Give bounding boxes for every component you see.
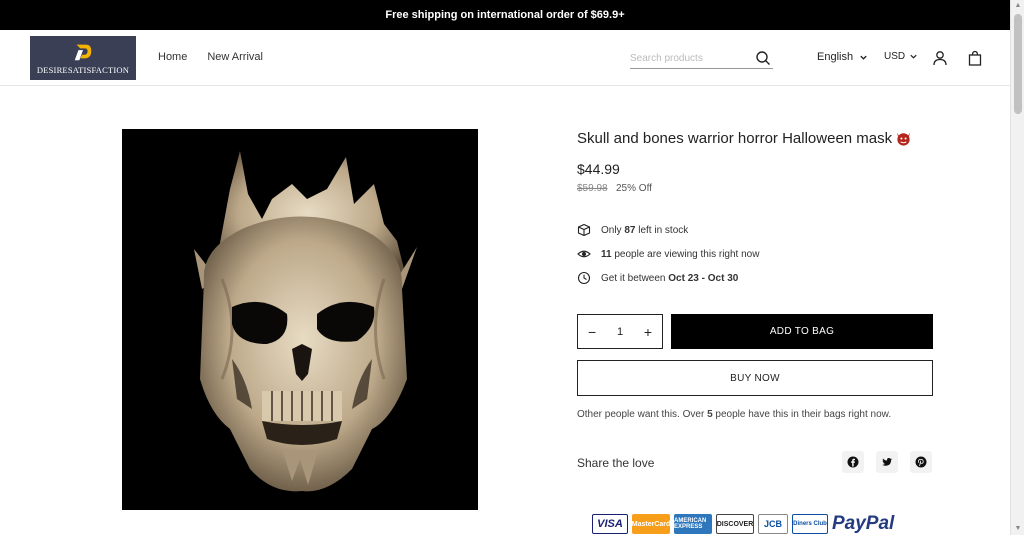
mastercard-icon: MasterCard [632, 514, 670, 534]
discount-badge: 25% Off [616, 183, 652, 194]
others-prefix: Other people want this. Over [577, 409, 705, 420]
scroll-thumb[interactable] [1014, 14, 1022, 114]
eye-icon [577, 250, 591, 258]
buy-now-button[interactable]: BUY NOW [577, 360, 933, 396]
clock-icon [577, 271, 591, 285]
box-icon [577, 223, 591, 237]
quantity-decrease-button[interactable]: − [588, 324, 596, 340]
stock-count: 87 [624, 224, 636, 236]
quantity-value[interactable]: 1 [617, 326, 623, 338]
language-label: English [817, 51, 854, 63]
visa-icon: VISA [592, 514, 628, 534]
viewers-count: 11 [601, 248, 612, 260]
product-image[interactable] [122, 129, 478, 510]
product-price: $44.99 [577, 161, 620, 177]
share-facebook-button[interactable] [842, 451, 864, 473]
stock-text: Only 87 left in stock [601, 225, 688, 236]
viewers-suffix: people are viewing this right now [614, 248, 760, 260]
jcb-icon: JCB [758, 514, 788, 534]
site-logo[interactable]: DESIRESATISFACTION [30, 36, 136, 80]
announcement-text: Free shipping on international order of … [385, 9, 625, 21]
logo-text: DESIRESATISFACTION [36, 65, 130, 75]
delivery-prefix: Get it between [601, 272, 666, 284]
quantity-stepper: − 1 + [577, 314, 663, 349]
nav-new-arrival[interactable]: New Arrival [207, 51, 263, 63]
chevron-down-icon [860, 55, 867, 60]
share-label: Share the love [577, 456, 655, 470]
scroll-up-arrow[interactable]: ▲ [1014, 2, 1022, 10]
logo-mark-icon [74, 44, 92, 61]
nav-home[interactable]: Home [158, 51, 187, 63]
scroll-down-arrow[interactable]: ▼ [1014, 525, 1022, 533]
delivery-info: Get it between Oct 23 - Oct 30 [577, 271, 738, 285]
share-twitter-button[interactable] [876, 451, 898, 473]
delivery-from: Oct 23 [668, 272, 699, 284]
chevron-down-icon [910, 54, 917, 59]
product-title: Skull and bones warrior horror Halloween… [577, 130, 912, 147]
viewers-text: 11 people are viewing this right now [601, 249, 759, 260]
diners-club-icon: Diners Club [792, 514, 828, 534]
skull-mask-illustration [122, 129, 478, 510]
pinterest-icon [915, 456, 927, 468]
delivery-to: Oct 30 [707, 272, 739, 284]
others-count: 5 [707, 409, 713, 420]
search-input[interactable] [630, 48, 748, 69]
stock-info: Only 87 left in stock [577, 223, 688, 237]
others-suffix: people have this in their bags right now… [715, 409, 892, 420]
page-scrollbar[interactable]: ▲ ▼ [1010, 0, 1024, 535]
language-selector[interactable]: English [817, 51, 868, 63]
product-title-text: Skull and bones warrior horror Halloween… [577, 130, 893, 147]
account-icon[interactable] [932, 50, 948, 66]
compare-at-price: $59.98 [577, 183, 608, 194]
stock-prefix: Only [601, 224, 622, 236]
paypal-icon: PayPal [832, 513, 895, 534]
quantity-increase-button[interactable]: + [644, 324, 652, 340]
delivery-separator: - [701, 272, 705, 284]
bag-icon[interactable] [967, 50, 983, 66]
add-to-bag-button[interactable]: ADD TO BAG [671, 314, 933, 349]
social-proof-text: Other people want this. Over 5 people ha… [577, 409, 891, 420]
site-header: DESIRESATISFACTION Home New Arrival Engl… [0, 30, 1010, 86]
payment-methods: VISA MasterCard AMERICAN EXPRESS DISCOVE… [592, 513, 914, 534]
viewers-info: 11 people are viewing this right now [577, 247, 759, 261]
announcement-bar: Free shipping on international order of … [0, 0, 1010, 30]
share-pinterest-button[interactable] [910, 451, 932, 473]
search-box [630, 48, 773, 69]
delivery-text: Get it between Oct 23 - Oct 30 [601, 273, 738, 284]
devil-emoji-icon [897, 132, 911, 146]
facebook-icon [847, 456, 859, 468]
main-nav: Home New Arrival [158, 51, 263, 63]
currency-selector[interactable]: USD [884, 51, 918, 62]
currency-label: USD [884, 51, 906, 62]
discover-icon: DISCOVER [716, 514, 754, 534]
amex-icon: AMERICAN EXPRESS [674, 514, 712, 534]
stock-suffix: left in stock [638, 224, 689, 236]
search-icon[interactable] [755, 50, 771, 66]
twitter-icon [882, 458, 892, 466]
